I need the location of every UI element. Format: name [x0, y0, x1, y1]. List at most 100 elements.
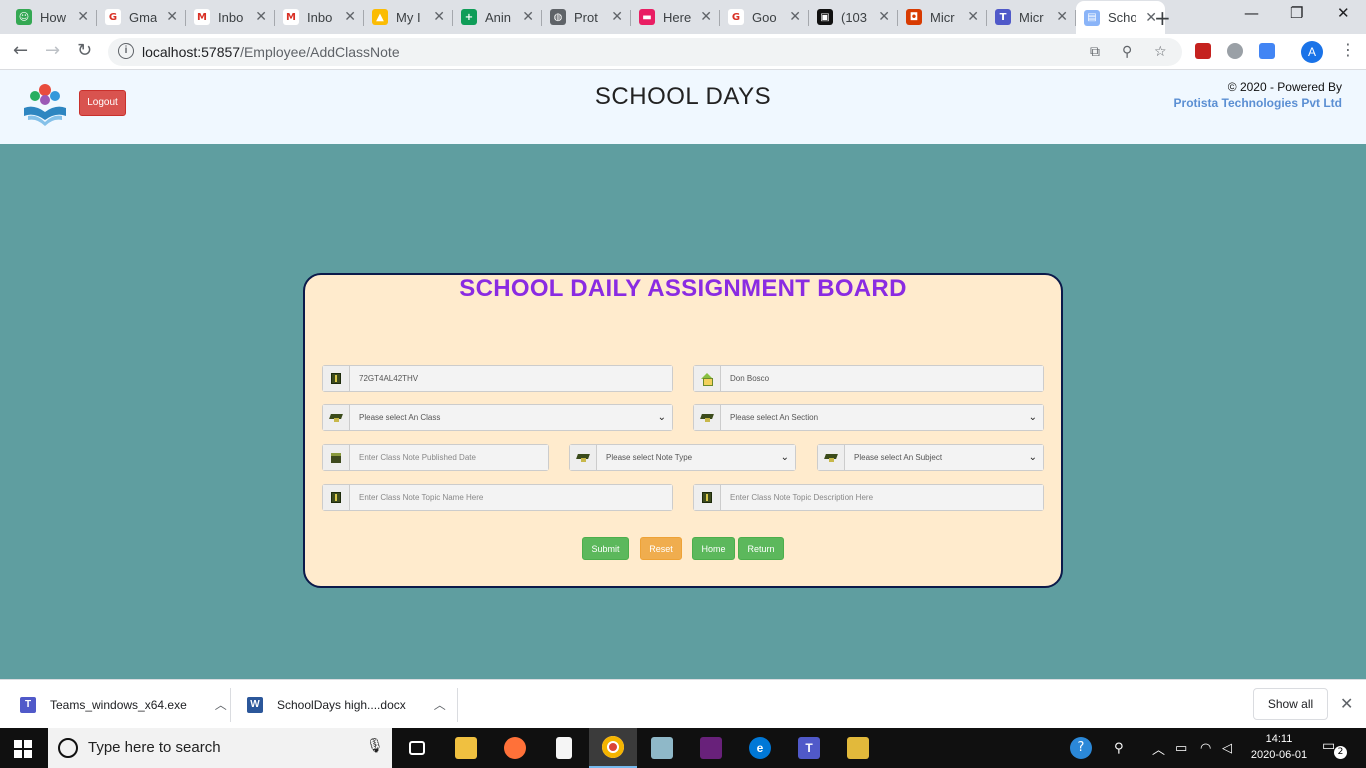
back-icon[interactable]: ← — [13, 40, 28, 61]
site-info-icon[interactable]: i — [118, 43, 134, 59]
published-date-input[interactable]: Enter Class Note Published Date — [350, 445, 548, 470]
pdf-extension-icon[interactable] — [1195, 43, 1211, 59]
chevron-up-icon[interactable]: ︿ — [215, 696, 227, 713]
camera-extension-icon[interactable] — [1259, 43, 1275, 59]
taskbar-search[interactable]: Type here to search 🎙 — [48, 728, 392, 768]
file-explorer-icon[interactable] — [442, 728, 490, 768]
tab-close-icon[interactable]: ✕ — [433, 9, 445, 25]
reset-button[interactable]: Reset — [640, 537, 682, 560]
tray-expand-icon[interactable]: ︿ — [1152, 728, 1165, 768]
tab-close-icon[interactable]: ✕ — [77, 9, 89, 25]
address-bar[interactable]: i localhost:57857/Employee/AddClassNote … — [108, 38, 1182, 66]
close-window-icon[interactable]: ✕ — [1337, 4, 1350, 22]
browser-tab[interactable]: ▤ Scho ✕ — [1076, 1, 1165, 34]
microphone-icon[interactable]: 🎙 — [366, 738, 384, 754]
tab-favicon-icon: ◍ — [550, 9, 566, 25]
school-name-field: Don Bosco — [693, 365, 1044, 392]
forward-icon[interactable]: → — [45, 40, 60, 61]
browser-tab[interactable]: ▣ (103 ✕ — [809, 2, 898, 32]
notification-count: 2 — [1334, 746, 1347, 759]
extension-u-icon[interactable] — [1227, 43, 1243, 59]
visual-studio-icon[interactable] — [687, 728, 735, 768]
show-all-button[interactable]: Show all — [1253, 688, 1328, 720]
chevron-down-icon: ⌄ — [1028, 452, 1037, 463]
home-icon — [694, 366, 721, 391]
taskbar-clock[interactable]: 14:11 2020-06-01 — [1249, 731, 1309, 763]
browser-tab[interactable]: ▬ Here ✕ — [631, 2, 720, 32]
windows-start-icon[interactable] — [14, 740, 32, 758]
download-item[interactable]: T Teams_windows_x64.exe ︿ — [20, 680, 227, 729]
subject-field: Please select An Subject ⌄ — [817, 444, 1044, 471]
section-select[interactable]: Please select An Section ⌄ — [721, 405, 1043, 430]
topic-name-input[interactable]: Enter Class Note Topic Name Here — [350, 485, 672, 510]
browser-tab[interactable]: ◍ Prot ✕ — [542, 2, 631, 32]
browser-tab[interactable]: ◘ Micr ✕ — [898, 2, 987, 32]
download-filename: Teams_windows_x64.exe — [50, 697, 187, 712]
browser-tab[interactable]: G Goo ✕ — [720, 2, 809, 32]
help-icon[interactable]: ? — [1070, 728, 1092, 768]
home-button[interactable]: Home — [692, 537, 735, 560]
note-type-select[interactable]: Please select Note Type ⌄ — [597, 445, 795, 470]
teams-icon[interactable]: T — [785, 728, 833, 768]
zoom-icon[interactable]: ⚲ — [1122, 44, 1132, 60]
school-name-input[interactable]: Don Bosco — [721, 366, 1043, 391]
class-field: Please select An Class ⌄ — [322, 404, 673, 431]
restore-icon[interactable]: ❐ — [1290, 4, 1303, 22]
firefox-icon[interactable] — [491, 728, 539, 768]
volume-icon[interactable]: ◁ — [1222, 728, 1232, 768]
translate-icon[interactable]: ⧉ — [1090, 44, 1100, 60]
tab-favicon-icon: G — [105, 9, 121, 25]
task-view-icon[interactable] — [393, 728, 441, 768]
browser-tab[interactable]: M Inbo ✕ — [186, 2, 275, 32]
browser-tab[interactable]: G Gma ✕ — [97, 2, 186, 32]
close-icon[interactable]: ✕ — [1340, 694, 1353, 713]
battery-icon[interactable]: ▭ — [1175, 728, 1187, 768]
tab-close-icon[interactable]: ✕ — [344, 9, 356, 25]
wifi-icon[interactable]: ◠ — [1200, 728, 1211, 768]
reload-icon[interactable]: ↻ — [77, 40, 92, 61]
url-text[interactable]: localhost:57857/Employee/AddClassNote — [142, 44, 400, 60]
profile-avatar[interactable]: A — [1301, 41, 1323, 63]
chevron-down-icon: ⌄ — [657, 412, 666, 423]
people-icon[interactable]: ⚲ — [1114, 728, 1124, 768]
edge-icon[interactable]: e — [736, 728, 784, 768]
tab-favicon-icon: ▣ — [817, 9, 833, 25]
tab-close-icon[interactable]: ✕ — [789, 9, 801, 25]
browser-tab[interactable]: + Anin ✕ — [453, 2, 542, 32]
return-button[interactable]: Return — [738, 537, 784, 560]
tab-close-icon[interactable]: ✕ — [878, 9, 890, 25]
notification-icon[interactable]: ▭ 2 — [1322, 738, 1347, 759]
tab-close-icon[interactable]: ✕ — [967, 9, 979, 25]
subject-select[interactable]: Please select An Subject ⌄ — [845, 445, 1043, 470]
tools-app-icon[interactable] — [834, 728, 882, 768]
employee-code-input[interactable]: 72GT4AL42THV — [350, 366, 672, 391]
chevron-down-icon: ⌄ — [1028, 412, 1037, 423]
chrome-icon[interactable] — [589, 728, 637, 768]
tab-close-icon[interactable]: ✕ — [255, 9, 267, 25]
browser-tab[interactable]: M Inbo ✕ — [275, 2, 364, 32]
browser-tab[interactable]: ☺ How ✕ — [8, 2, 97, 32]
tab-close-icon[interactable]: ✕ — [166, 9, 178, 25]
notes-app-icon[interactable] — [638, 728, 686, 768]
class-select[interactable]: Please select An Class ⌄ — [350, 405, 672, 430]
browser-menu-icon[interactable]: ⋮ — [1340, 40, 1356, 59]
browser-tab[interactable]: T Micr ✕ — [987, 2, 1076, 32]
tab-close-icon[interactable]: ✕ — [700, 9, 712, 25]
download-item[interactable]: W SchoolDays high....docx ︿ — [247, 680, 446, 729]
tab-title: Scho — [1108, 10, 1136, 25]
topic-description-input[interactable]: Enter Class Note Topic Description Here — [721, 485, 1043, 510]
company-link[interactable]: Protista Technologies Pvt Ltd — [1174, 95, 1342, 111]
bookmark-star-icon[interactable]: ☆ — [1154, 44, 1167, 60]
graduation-cap-icon — [818, 445, 845, 470]
tab-close-icon[interactable]: ✕ — [1056, 9, 1068, 25]
tab-title: My I — [396, 9, 421, 25]
minimize-icon[interactable]: — — [1244, 4, 1259, 22]
chevron-up-icon[interactable]: ︿ — [434, 696, 446, 713]
notepad-icon[interactable] — [540, 728, 588, 768]
submit-button[interactable]: Submit — [582, 537, 629, 560]
tab-close-icon[interactable]: ✕ — [522, 9, 534, 25]
note-type-select-value: Please select Note Type — [606, 453, 693, 462]
tab-close-icon[interactable]: ✕ — [611, 9, 623, 25]
new-tab-button[interactable]: + — [1154, 6, 1171, 30]
browser-tab[interactable]: ▲ My I ✕ — [364, 2, 453, 32]
